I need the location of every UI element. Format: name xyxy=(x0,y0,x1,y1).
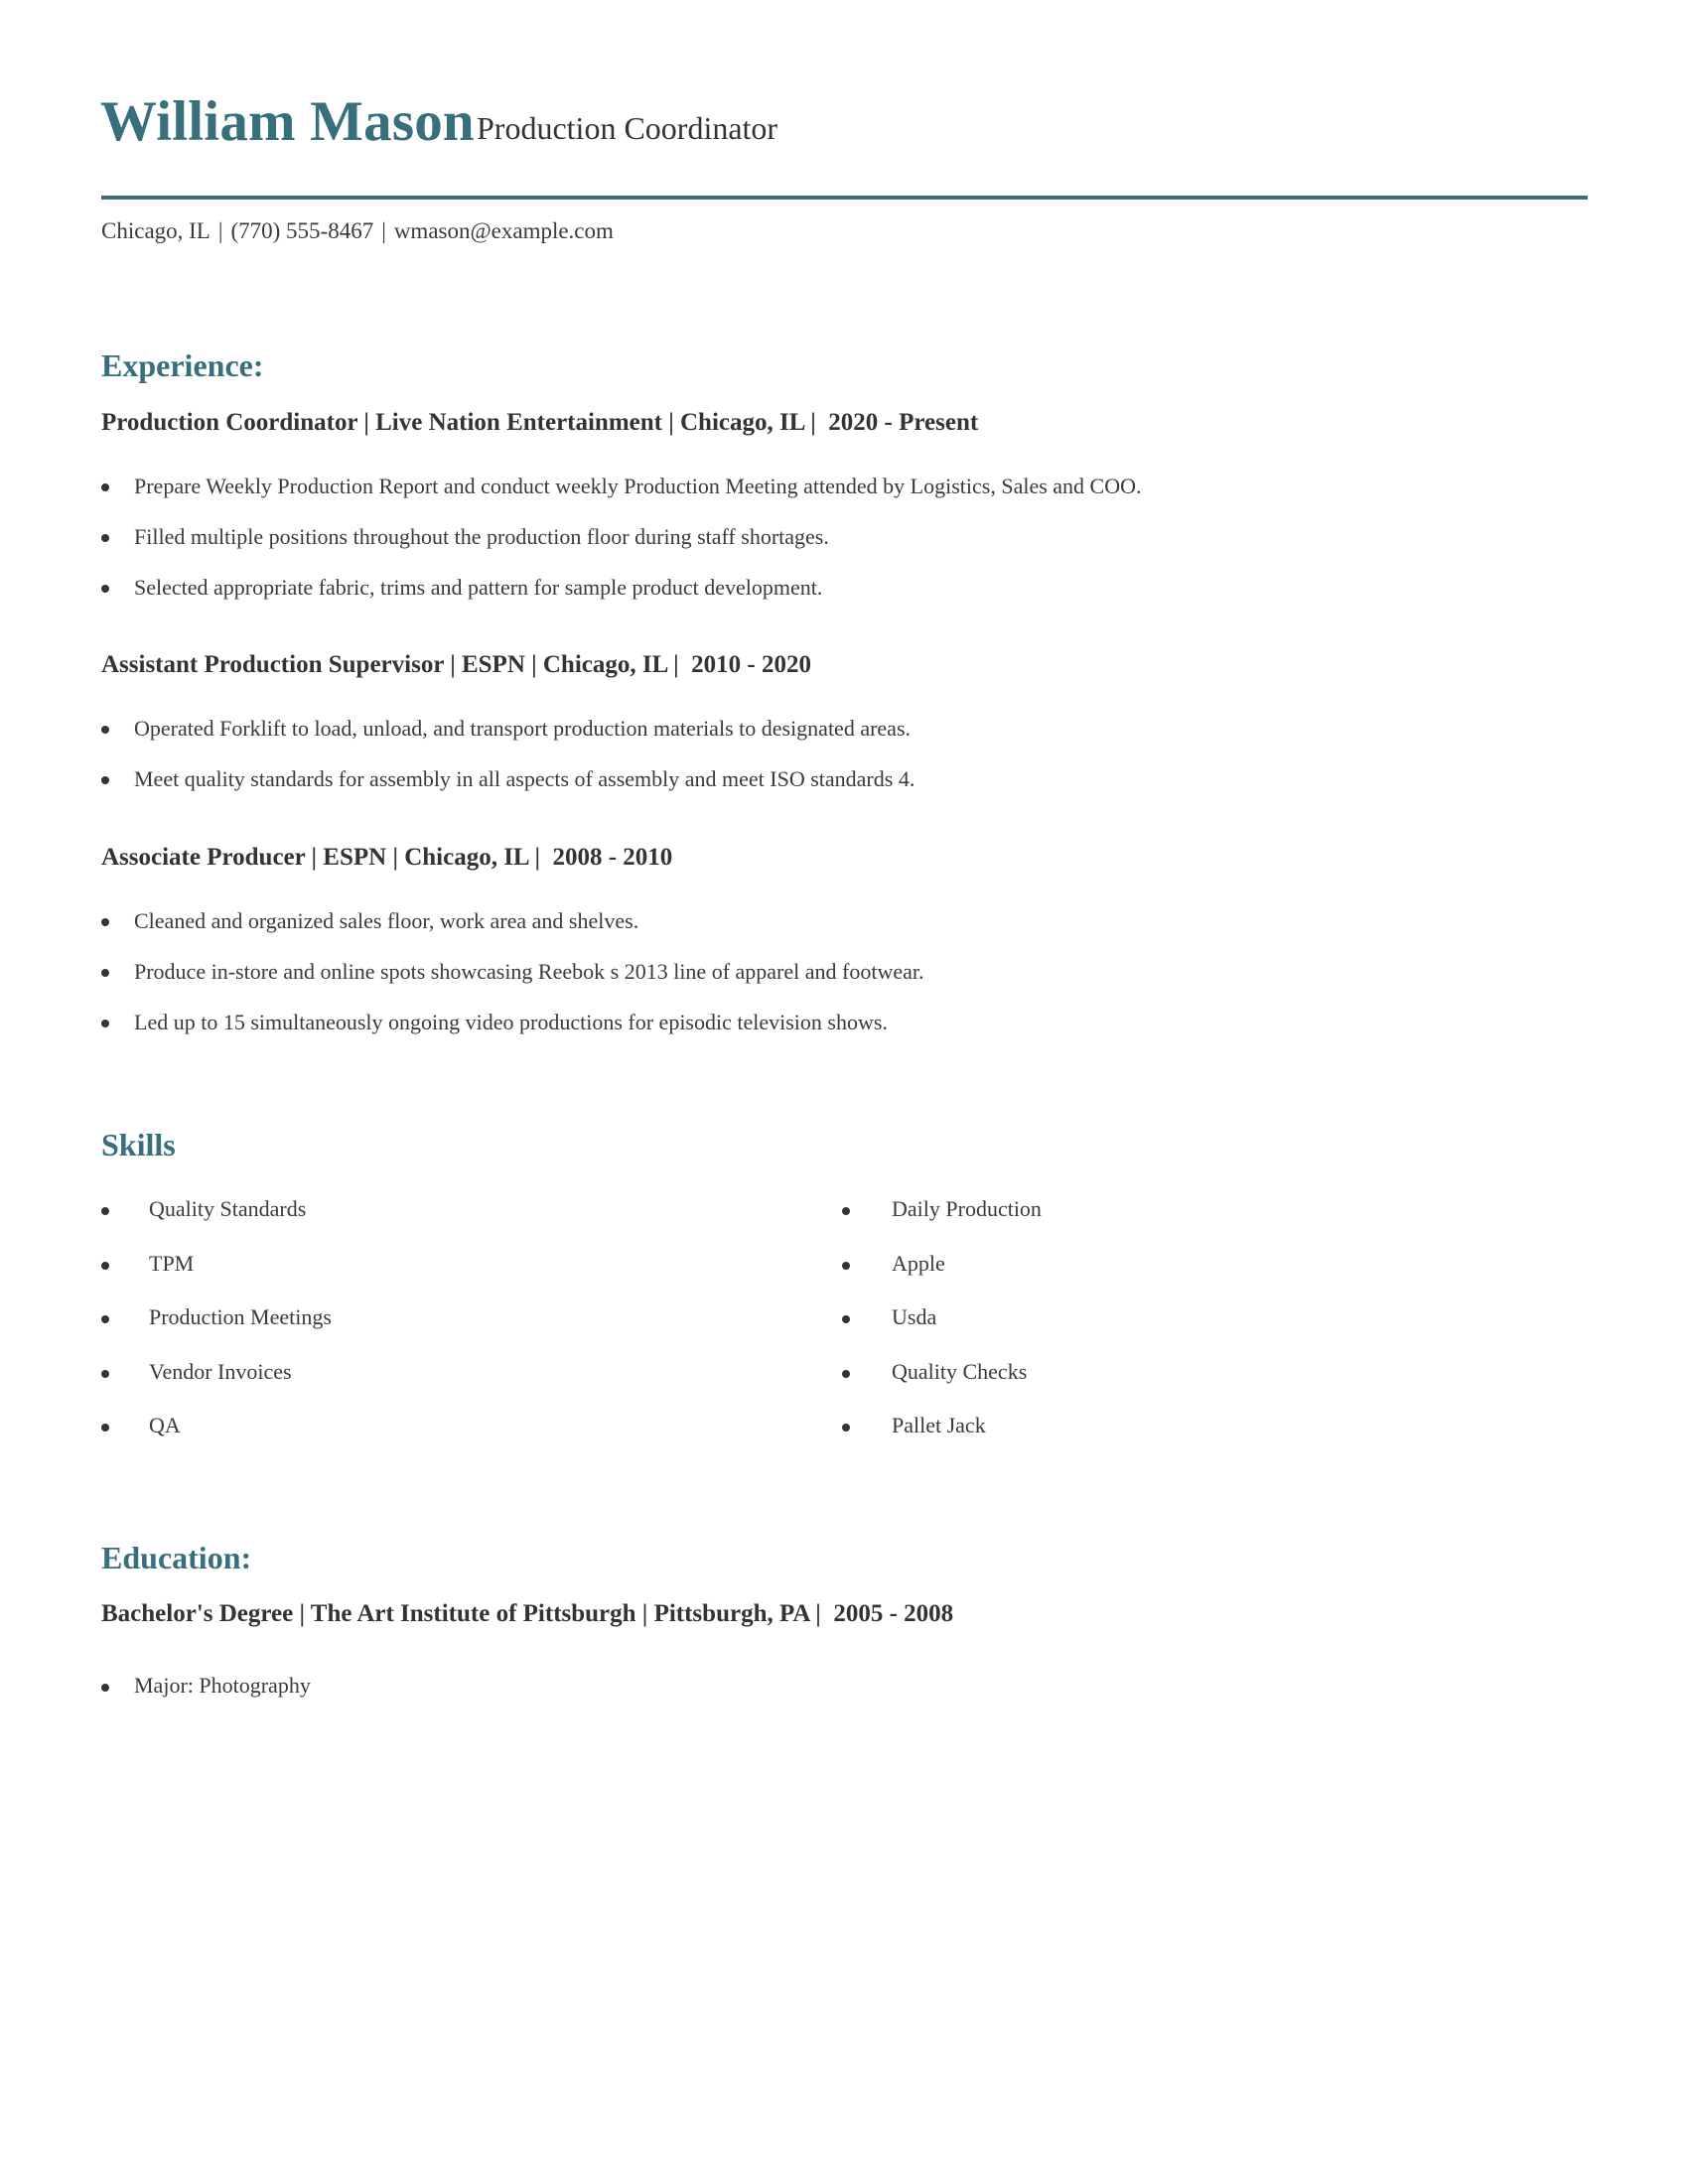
bullet-icon xyxy=(842,1207,850,1215)
job-bullet: Meet quality standards for assembly in a… xyxy=(134,766,915,791)
bullet-icon xyxy=(101,1424,109,1432)
candidate-name: William Mason xyxy=(100,90,475,153)
skill-item: Vendor Invoices xyxy=(149,1359,292,1384)
job-bullet: Filled multiple positions throughout the… xyxy=(134,524,829,549)
bullet-icon xyxy=(101,483,109,491)
job-bullet: Cleaned and organized sales floor, work … xyxy=(134,908,639,933)
education-bullet: Major: Photography xyxy=(134,1673,311,1698)
bullet-icon xyxy=(842,1262,850,1270)
job-title-line: Assistant Production Supervisor | ESPN |… xyxy=(101,651,811,678)
bullet-icon xyxy=(842,1424,850,1432)
job-bullet: Led up to 15 simultaneously ongoing vide… xyxy=(134,1010,888,1034)
bullet-icon xyxy=(101,969,109,977)
contact-separator: | xyxy=(217,218,223,243)
experience-heading: Experience: xyxy=(101,347,264,383)
degree-title-line: Bachelor's Degree | The Art Institute of… xyxy=(101,1600,954,1627)
skill-item: Apple xyxy=(892,1251,945,1276)
job-bullet: Selected appropriate fabric, trims and p… xyxy=(134,575,823,600)
contact-line: Chicago, IL | (770) 555-8467 | wmason@exampl… xyxy=(101,216,614,246)
skill-item: Quality Checks xyxy=(892,1359,1028,1384)
bullet-icon xyxy=(101,918,109,926)
bullet-icon xyxy=(101,726,109,734)
bullet-icon xyxy=(101,534,109,542)
bullet-icon xyxy=(101,585,109,593)
bullet-icon xyxy=(101,1020,109,1027)
header-divider xyxy=(101,196,1588,200)
bullet-icon xyxy=(842,1315,850,1323)
job-bullet: Operated Forklift to load, unload, and t… xyxy=(134,716,911,741)
contact-email[interactable]: wmason@example.com xyxy=(394,218,614,243)
skill-item: Pallet Jack xyxy=(892,1413,986,1437)
bullet-icon xyxy=(842,1370,850,1378)
bullet-icon xyxy=(101,776,109,784)
candidate-headline: Production Coordinator xyxy=(477,110,778,146)
bullet-icon xyxy=(101,1315,109,1323)
job-title-line: Associate Producer | ESPN | Chicago, IL … xyxy=(101,844,673,871)
skill-item: Usda xyxy=(892,1304,937,1329)
bullet-icon xyxy=(101,1207,109,1215)
skill-item: Daily Production xyxy=(892,1196,1042,1221)
bullet-icon xyxy=(101,1684,109,1692)
contact-location: Chicago, IL xyxy=(101,218,211,243)
skill-item: TPM xyxy=(149,1251,195,1276)
bullet-icon xyxy=(101,1370,109,1378)
job-title-line: Production Coordinator | Live Nation Ent… xyxy=(101,409,979,436)
education-heading: Education: xyxy=(101,1540,252,1575)
job-bullet: Produce in-store and online spots showca… xyxy=(134,959,924,984)
skill-item: Production Meetings xyxy=(149,1304,332,1329)
contact-separator: | xyxy=(381,218,386,243)
skill-item: Quality Standards xyxy=(149,1196,307,1221)
skills-heading: Skills xyxy=(101,1127,176,1162)
contact-phone: (770) 555-8467 xyxy=(230,218,374,243)
skill-item: QA xyxy=(149,1413,181,1437)
job-bullet: Prepare Weekly Production Report and con… xyxy=(134,474,1142,498)
bullet-icon xyxy=(101,1262,109,1270)
